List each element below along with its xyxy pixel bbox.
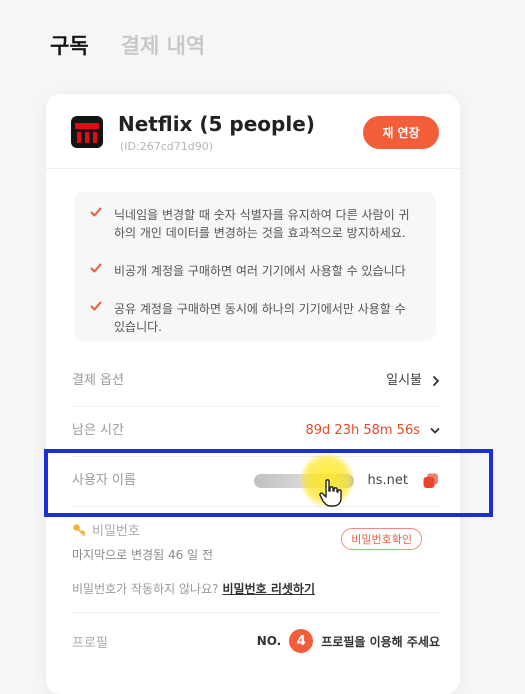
password-reset-line: 비밀번호가 작동하지 않나요? 비밀번호 리셋하기 bbox=[72, 580, 315, 597]
netflix-logo-icon bbox=[71, 116, 103, 148]
tab-bar: 구독 결제 내역 bbox=[50, 30, 205, 60]
check-icon bbox=[90, 301, 102, 311]
payment-option-row[interactable]: 결제 옵션 일시불 bbox=[72, 356, 440, 406]
tab-subscription[interactable]: 구독 bbox=[50, 30, 89, 60]
check-icon bbox=[90, 207, 102, 217]
profile-number-badge: 4 bbox=[289, 629, 314, 653]
notice-text: 공유 계정을 구매하면 동시에 하나의 기기에서만 사용할 수 있습니다. bbox=[114, 302, 406, 334]
notice-box: 닉네임을 변경할 때 숫자 식별자를 유지하여 다른 사람이 귀하의 개인 데이… bbox=[74, 192, 436, 341]
profile-value: NO. 4 프로필을 이용해 주세요 bbox=[257, 626, 440, 656]
username-highlight-box bbox=[44, 449, 493, 517]
password-section: 비밀번호 마지막으로 변경됨 46 일 전 비밀번호확인 비밀번호가 작동하지 … bbox=[72, 520, 440, 604]
password-label: 비밀번호 bbox=[92, 524, 140, 539]
payment-option-value: 일시불 bbox=[386, 373, 422, 388]
profile-row: 프로필 NO. 4 프로필을 이용해 주세요 bbox=[72, 626, 440, 656]
profile-no-prefix: NO. bbox=[256, 634, 282, 648]
notice-text: 비공개 계정을 구매하면 여러 기기에서 사용할 수 있습니다 bbox=[114, 264, 406, 278]
service-id: (ID:267cd71d90) bbox=[120, 140, 214, 153]
profile-label: 프로필 bbox=[72, 636, 108, 651]
password-not-working-text: 비밀번호가 작동하지 않나요? bbox=[72, 582, 219, 596]
subscription-header: Netflix (5 people) (ID:267cd71d90) 재 연장 bbox=[46, 94, 460, 169]
renew-button[interactable]: 재 연장 bbox=[363, 116, 439, 149]
subscription-card: Netflix (5 people) (ID:267cd71d90) 재 연장 … bbox=[46, 94, 460, 694]
profile-message: 프로필을 이용해 주세요 bbox=[321, 634, 440, 649]
payment-option-label: 결제 옵션 bbox=[72, 373, 124, 388]
password-reset-link[interactable]: 비밀번호 리셋하기 bbox=[222, 582, 315, 596]
payment-option-value-wrap: 일시불 bbox=[386, 356, 440, 406]
chevron-right-icon bbox=[433, 376, 440, 386]
service-name: Netflix (5 people) bbox=[118, 112, 315, 136]
tab-payment-history[interactable]: 결제 내역 bbox=[121, 30, 206, 60]
notice-text: 닉네임을 변경할 때 숫자 식별자를 유지하여 다른 사람이 귀하의 개인 데이… bbox=[114, 208, 410, 240]
chevron-down-icon bbox=[430, 428, 440, 434]
password-title: 비밀번호 bbox=[72, 520, 140, 539]
password-last-changed: 마지막으로 변경됨 46 일 전 bbox=[72, 548, 213, 562]
hand-cursor-icon bbox=[319, 479, 342, 507]
check-icon bbox=[90, 263, 102, 273]
divider bbox=[72, 612, 440, 613]
password-confirm-button[interactable]: 비밀번호확인 bbox=[341, 528, 422, 550]
key-icon bbox=[73, 523, 86, 536]
